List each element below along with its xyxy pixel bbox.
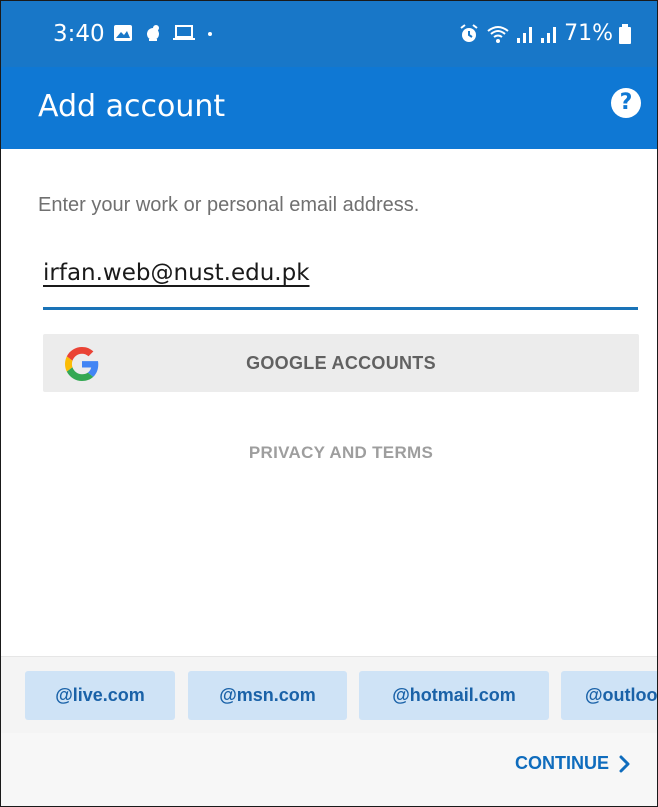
continue-label: CONTINUE xyxy=(515,753,609,773)
status-time: 3:40 xyxy=(53,21,105,47)
privacy-terms-link[interactable]: PRIVACY AND TERMS xyxy=(1,443,657,463)
google-accounts-label: GOOGLE ACCOUNTS xyxy=(246,353,436,373)
laptop-icon xyxy=(173,25,195,40)
domain-chip-hotmail[interactable]: @hotmail.com xyxy=(359,671,549,720)
domain-chip-live[interactable]: @live.com xyxy=(25,671,175,720)
app-frame: 3:40 71% Add account ? Enter your work o… xyxy=(0,0,658,807)
continue-button[interactable]: CONTINUE xyxy=(515,753,631,774)
bottom-action-bar: CONTINUE xyxy=(1,733,657,806)
wifi-icon xyxy=(487,25,509,43)
status-bar: 3:40 71% xyxy=(1,1,657,67)
email-field[interactable]: irfan.web@nust.edu.pk xyxy=(43,256,638,310)
battery-percentage: 71% xyxy=(564,21,613,46)
dot-icon xyxy=(208,32,212,36)
google-accounts-button[interactable]: GOOGLE ACCOUNTS xyxy=(43,334,639,392)
domain-chip-msn[interactable]: @msn.com xyxy=(188,671,347,720)
app-bar: Add account ? xyxy=(1,67,657,149)
domain-chip-outlook[interactable]: @outlook.com xyxy=(561,671,657,720)
domain-suggestions-bar: @live.com @msn.com @hotmail.com @outlook… xyxy=(1,656,657,734)
battery-icon xyxy=(619,23,631,44)
help-button[interactable]: ? xyxy=(611,88,641,118)
gallery-icon xyxy=(114,25,132,41)
signal-icon xyxy=(541,26,557,43)
signal-icon xyxy=(517,26,533,43)
notification-icon xyxy=(147,25,159,41)
page-title: Add account xyxy=(38,89,226,124)
email-prompt: Enter your work or personal email addres… xyxy=(38,194,420,216)
status-left-icons xyxy=(113,23,215,43)
chevron-right-icon xyxy=(619,755,630,772)
email-value: irfan.web@nust.edu.pk xyxy=(43,260,310,286)
google-logo-icon xyxy=(65,347,99,381)
alarm-icon xyxy=(460,23,478,42)
status-right: 71% xyxy=(458,21,631,46)
